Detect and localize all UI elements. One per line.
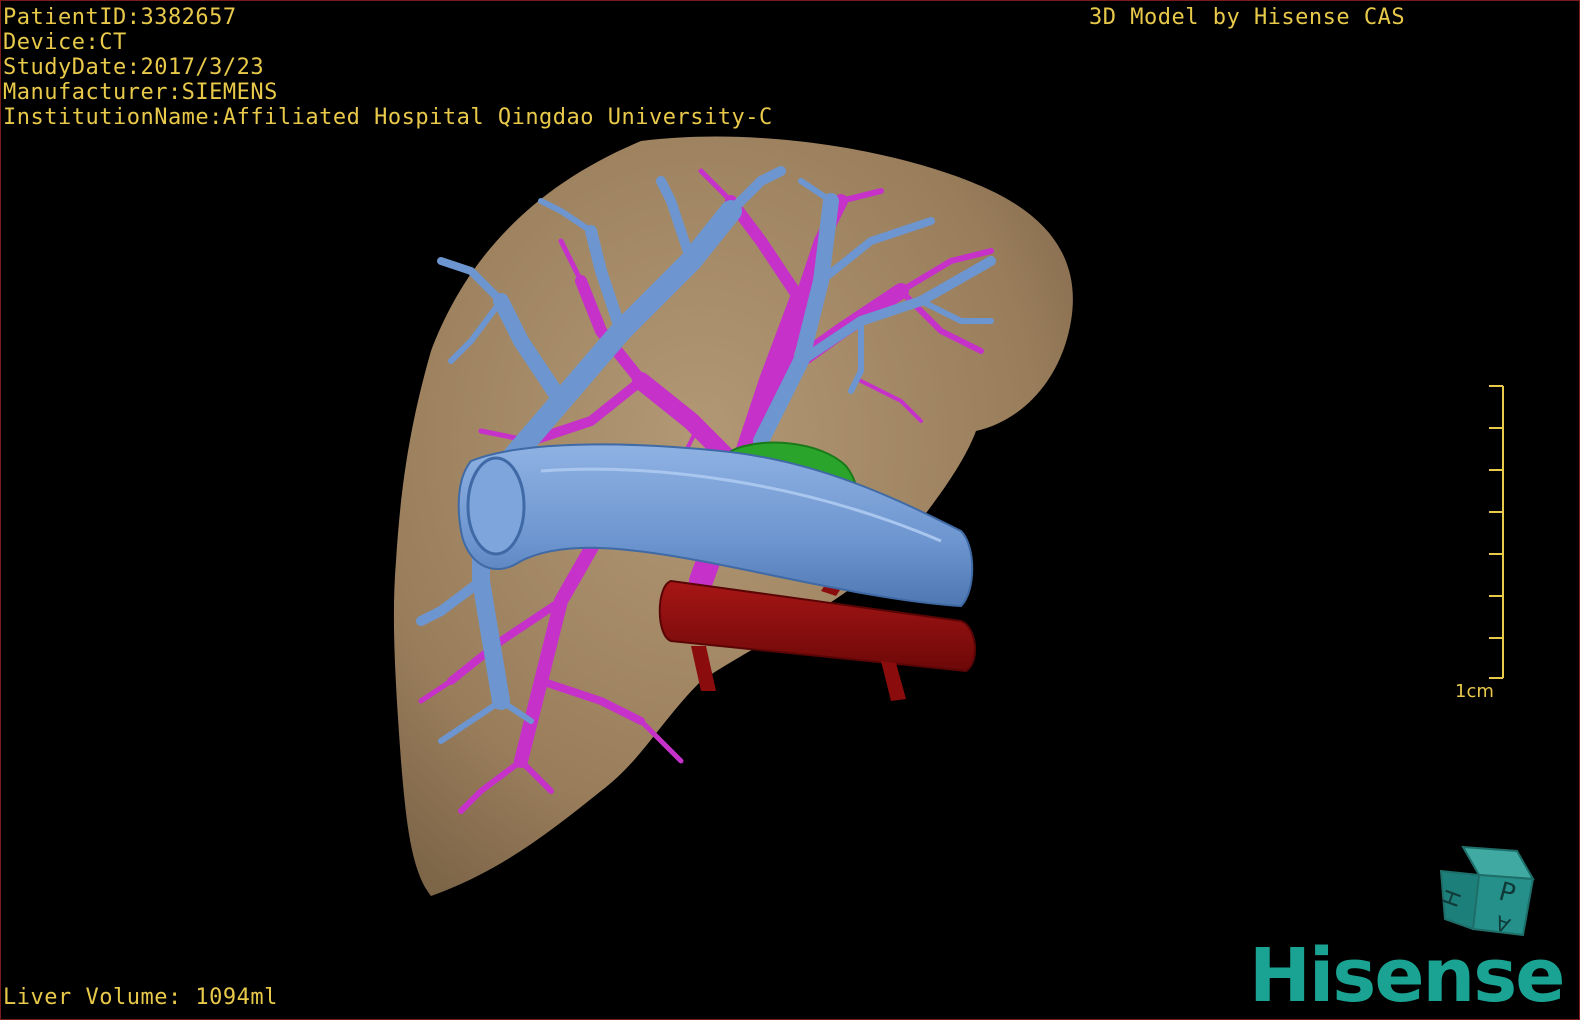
orientation-cube[interactable]: P H A [1,1,1580,1020]
hisense-logo: Hisense [1249,933,1565,1019]
liver-volume-label: Liver Volume: 1094ml [3,985,278,1010]
3d-render-viewport[interactable]: PatientID:3382657 Device:CT StudyDate:20… [0,0,1580,1020]
